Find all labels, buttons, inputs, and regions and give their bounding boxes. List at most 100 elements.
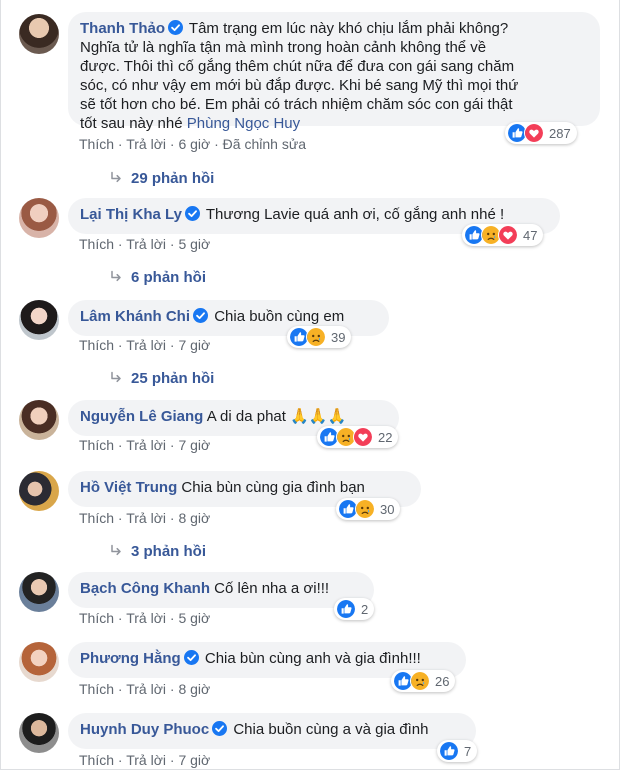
comment-text: Thương Lavie quá anh ơi, cố gắng anh nhé…	[205, 206, 505, 223]
comment-text: Chia buồn cùng em	[214, 308, 345, 325]
reaction-summary[interactable]: 30	[336, 498, 401, 520]
reaction-count: 2	[361, 601, 369, 617]
comment-text: A di da phat 🙏🙏🙏	[206, 408, 347, 425]
like-link[interactable]: Thích	[79, 610, 114, 626]
commenter-name[interactable]: Phương Hằng	[80, 650, 181, 667]
comment-text: Chia bùn cùng anh và gia đình!!!	[204, 650, 421, 667]
commenter-name[interactable]: Huynh Duy Phuoc	[80, 721, 209, 738]
commenter-name[interactable]: Hồ Việt Trung	[80, 479, 177, 496]
timestamp[interactable]: 5 giờ	[178, 610, 210, 626]
timestamp[interactable]: 7 giờ	[178, 752, 210, 768]
comment-actions: Thích · Trả lời · 8 giờ	[79, 681, 211, 697]
reply-link[interactable]: Trả lời	[126, 236, 166, 252]
comment-actions: Thích · Trả lời · 5 giờ	[79, 610, 211, 626]
timestamp[interactable]: 7 giờ	[178, 337, 210, 353]
reply-link[interactable]: Trả lời	[126, 337, 166, 353]
tagged-user-link[interactable]: Phùng Ngọc Huy	[187, 115, 300, 132]
comment-text: Chia buồn cùng a và gia đình	[233, 721, 429, 738]
reaction-summary[interactable]: 2	[334, 598, 375, 620]
reply-link[interactable]: Trả lời	[126, 681, 166, 697]
reaction-summary[interactable]: 47	[462, 224, 544, 246]
view-replies-link[interactable]: 3 phản hồi	[109, 543, 206, 560]
comments-panel: Thanh Thảo Tâm trạng em lúc này khó chịu…	[0, 0, 620, 770]
reply-link[interactable]: Trả lời	[126, 136, 166, 152]
reply-link[interactable]: Trả lời	[126, 437, 166, 453]
comment-text: Cố lên nha a ơi!!!	[214, 580, 330, 597]
reply-link[interactable]: Trả lời	[126, 752, 166, 768]
commenter-name[interactable]: Thanh Thảo	[80, 20, 165, 37]
avatar[interactable]	[19, 642, 59, 682]
comment: Bạch Công Khanh Cố lên nha a ơi!!! 2 Thí…	[19, 570, 615, 630]
comment: Hồ Việt Trung Chia bùn cùng gia đình bạn…	[19, 469, 615, 529]
comment-actions: Thích · Trả lời · 7 giờ	[79, 437, 211, 453]
like-link[interactable]: Thích	[79, 337, 114, 353]
comment-actions: Thích · Trả lời · 6 giờ · Đã chỉnh sửa	[79, 136, 306, 152]
like-link[interactable]: Thích	[79, 681, 114, 697]
reaction-summary[interactable]: 39	[287, 326, 352, 348]
view-replies-link[interactable]: 29 phản hồi	[109, 170, 214, 187]
love-reaction-icon	[498, 225, 518, 245]
avatar[interactable]	[19, 198, 59, 238]
commenter-name[interactable]: Nguyễn Lê Giang	[80, 408, 203, 425]
reaction-count: 22	[378, 429, 393, 445]
comment-bubble: Thanh Thảo Tâm trạng em lúc này khó chịu…	[68, 12, 600, 132]
love-reaction-icon	[524, 123, 544, 143]
timestamp[interactable]: 6 giờ	[178, 136, 210, 152]
comment: Nguyễn Lê Giang A di da phat 🙏🙏🙏 22 Thíc…	[19, 398, 615, 458]
comment-actions: Thích · Trả lời · 7 giờ	[79, 752, 211, 768]
reply-arrow-icon	[109, 371, 123, 385]
reaction-summary[interactable]: 26	[391, 670, 456, 692]
commenter-name[interactable]: Lại Thị Kha Ly	[80, 206, 182, 223]
view-replies-link[interactable]: 6 phản hồi	[109, 269, 206, 286]
reply-link[interactable]: Trả lời	[126, 510, 166, 526]
edited-label[interactable]: Đã chỉnh sửa	[223, 136, 306, 152]
timestamp[interactable]: 8 giờ	[178, 510, 210, 526]
avatar[interactable]	[19, 713, 59, 753]
verified-badge-icon	[212, 721, 227, 736]
reaction-count: 30	[380, 501, 395, 517]
reaction-summary[interactable]: 7	[437, 740, 478, 762]
commenter-name[interactable]: Bạch Công Khanh	[80, 580, 210, 597]
comment: Huynh Duy Phuoc Chia buồn cùng a và gia …	[19, 711, 615, 769]
sad-reaction-icon	[355, 499, 375, 519]
comment-actions: Thích · Trả lời · 7 giờ	[79, 337, 211, 353]
like-link[interactable]: Thích	[79, 510, 114, 526]
view-replies-link[interactable]: 25 phản hồi	[109, 370, 214, 387]
sad-reaction-icon	[410, 671, 430, 691]
reaction-count: 7	[464, 743, 472, 759]
reply-link[interactable]: Trả lời	[126, 610, 166, 626]
comment-text-line: tốt sau này nhé	[80, 115, 187, 132]
avatar[interactable]	[19, 572, 59, 612]
reaction-count: 287	[549, 125, 571, 141]
timestamp[interactable]: 5 giờ	[178, 236, 210, 252]
comment-bubble: Bạch Công Khanh Cố lên nha a ơi!!!	[68, 572, 374, 608]
reply-arrow-icon	[109, 544, 123, 558]
reaction-summary[interactable]: 287	[505, 122, 577, 144]
comment: Phương Hằng Chia bùn cùng anh và gia đìn…	[19, 640, 615, 700]
timestamp[interactable]: 8 giờ	[178, 681, 210, 697]
like-reaction-icon	[439, 741, 459, 761]
reply-arrow-icon	[109, 171, 123, 185]
like-link[interactable]: Thích	[79, 136, 114, 152]
comment-text: Chia bùn cùng gia đình bạn	[181, 479, 365, 496]
commenter-name[interactable]: Lâm Khánh Chi	[80, 308, 190, 325]
avatar[interactable]	[19, 300, 59, 340]
like-link[interactable]: Thích	[79, 752, 114, 768]
like-link[interactable]: Thích	[79, 437, 114, 453]
avatar[interactable]	[19, 14, 59, 54]
comment-text-line: sóc, có như vậy em mới bù đắp được. Khi …	[80, 77, 519, 94]
like-link[interactable]: Thích	[79, 236, 114, 252]
love-reaction-icon	[353, 427, 373, 447]
reply-arrow-icon	[109, 270, 123, 284]
reaction-summary[interactable]: 22	[317, 426, 399, 448]
avatar[interactable]	[19, 400, 59, 440]
comment: Thanh Thảo Tâm trạng em lúc này khó chịu…	[19, 12, 615, 190]
comment-text-line: Nghĩa tử là nghĩa tận mà mình trong hoàn…	[80, 39, 487, 56]
reaction-count: 47	[523, 227, 538, 243]
verified-badge-icon	[185, 206, 200, 221]
comment: Lại Thị Kha Ly Thương Lavie quá anh ơi, …	[19, 196, 615, 256]
timestamp[interactable]: 7 giờ	[178, 437, 210, 453]
avatar[interactable]	[19, 471, 59, 511]
comment-actions: Thích · Trả lời · 5 giờ	[79, 236, 211, 252]
comment-text-line: Tâm trạng em lúc này khó chịu lắm phải k…	[188, 20, 509, 37]
